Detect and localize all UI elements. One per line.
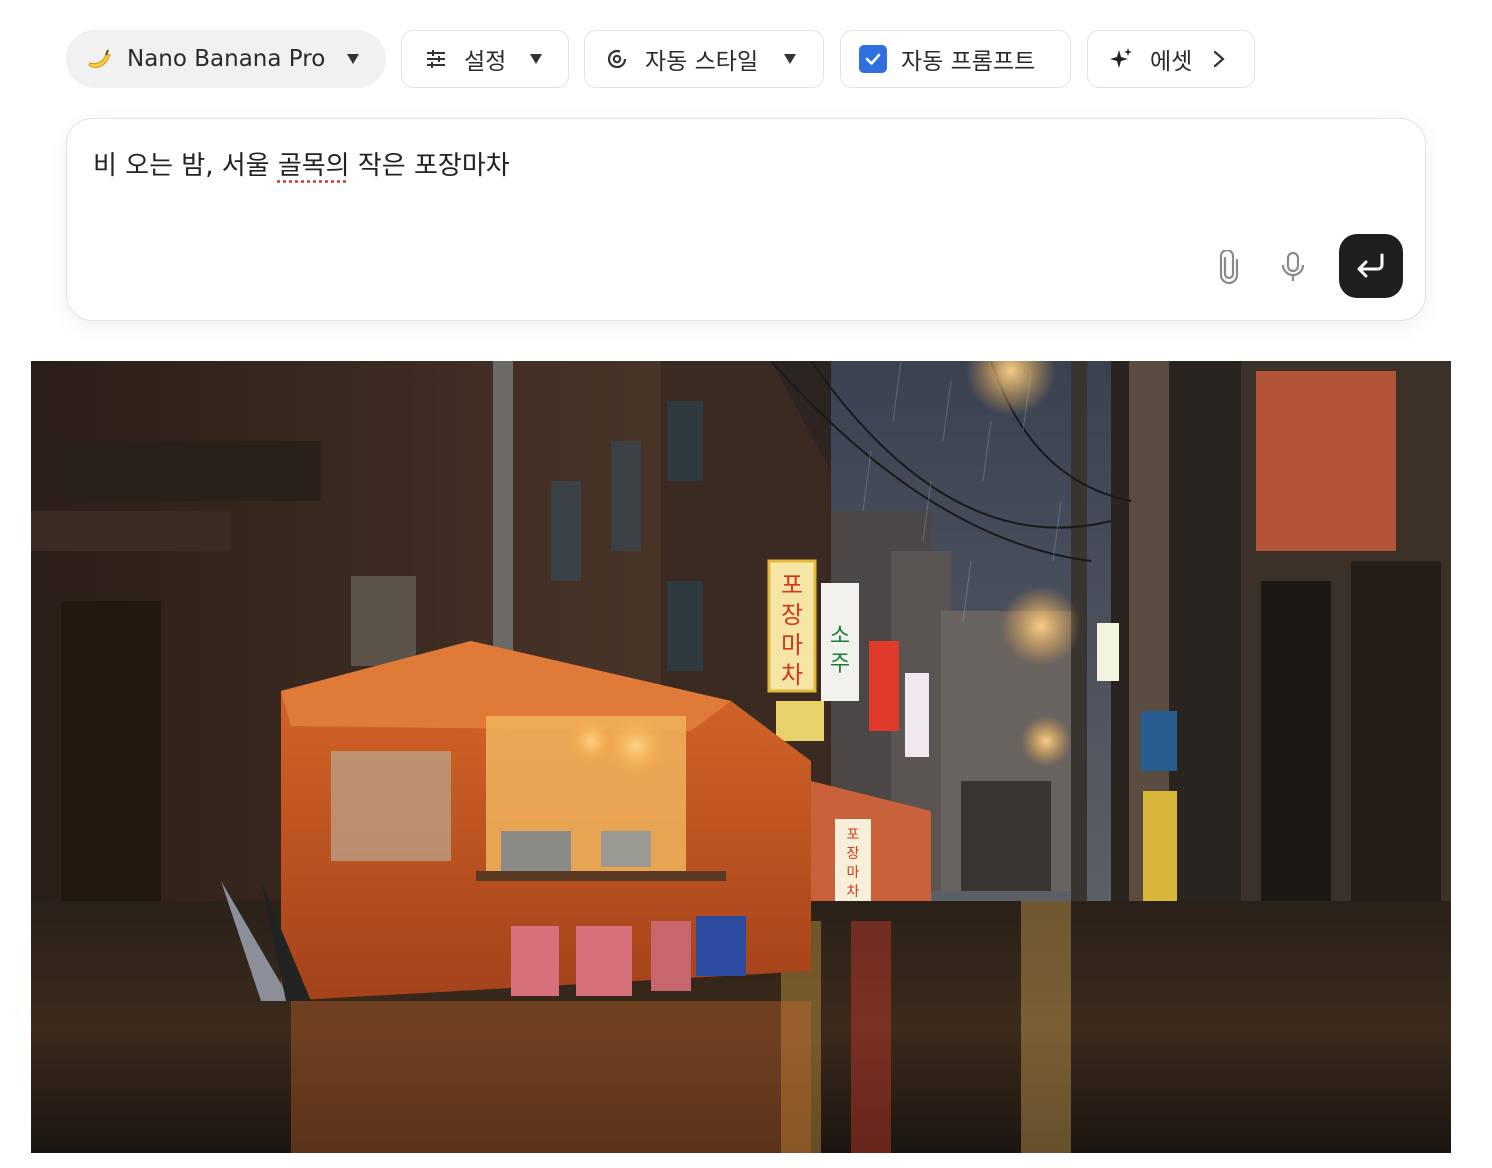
svg-text:포: 포 [847,827,860,843]
settings-label: 설정 [464,49,507,75]
chevron-down-icon [347,54,360,64]
style-label: 자동 스타일 [645,49,759,75]
preset-label: 에셋 [1150,49,1193,75]
microphone-icon [1281,251,1305,281]
preset-button[interactable]: 에셋 [1087,30,1255,88]
svg-text:장: 장 [781,601,803,629]
svg-text:소: 소 [830,624,850,649]
microphone-button[interactable] [1275,249,1311,285]
model-selector-button[interactable]: Nano Banana Pro [66,30,386,88]
toolbar: Nano Banana Pro 설정 자동 스타일 자동 프롬프트 에셋 [0,0,1492,100]
svg-text:장: 장 [847,846,860,862]
style-swirl-icon [605,47,629,71]
sliders-icon [424,47,448,71]
paperclip-icon [1219,250,1239,284]
svg-text:주: 주 [830,652,850,677]
prompt-input[interactable]: 비 오는 밤, 서울 골목의 작은 포장마차 [93,145,510,182]
style-selector-button[interactable]: 자동 스타일 [584,30,824,88]
check-icon [865,53,881,65]
chevron-down-icon [784,54,797,64]
chevron-right-icon [1212,49,1226,69]
model-label: Nano Banana Pro [127,46,326,72]
auto-prompt-toggle[interactable]: 자동 프롬프트 [840,30,1071,88]
svg-text:포: 포 [781,571,803,599]
send-button[interactable] [1339,234,1403,298]
sign-pochamachya-1: 포 장 마 차 [767,559,817,693]
rainy-alley-illustration: 포 장 마 차 소 주 포 장 마 차 [31,361,1451,1153]
banana-icon [85,45,113,73]
svg-text:마: 마 [847,865,860,881]
enter-arrow-icon [1357,253,1384,278]
generated-image[interactable]: 포 장 마 차 소 주 포 장 마 차 [31,361,1451,1153]
spellcheck-flagged-word: 골목의 [277,151,350,181]
svg-text:차: 차 [847,884,860,900]
prompt-text-after: 작은 포장마차 [349,151,510,181]
svg-text:차: 차 [781,661,803,689]
sign-soju: 소 주 [821,583,859,701]
prompt-composer[interactable]: 비 오는 밤, 서울 골목의 작은 포장마차 [66,118,1426,321]
svg-text:마: 마 [781,631,803,659]
prompt-text-before: 비 오는 밤, 서울 [93,151,278,181]
sparkle-icon [1108,46,1134,72]
settings-button[interactable]: 설정 [401,30,569,88]
auto-prompt-label: 자동 프롬프트 [901,49,1036,75]
chevron-down-icon [530,54,543,64]
attach-button[interactable] [1211,249,1247,285]
auto-prompt-checkbox[interactable] [859,45,887,73]
